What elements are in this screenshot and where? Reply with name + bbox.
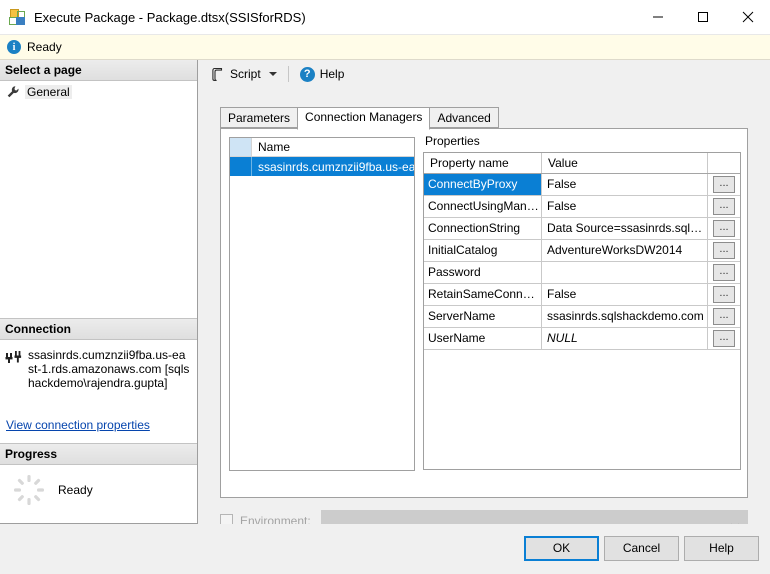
- ellipsis-button[interactable]: ...: [713, 176, 735, 193]
- help-question-icon: ?: [300, 67, 315, 82]
- toolbar: Script ? Help: [198, 60, 770, 88]
- column-header-actions: [708, 153, 740, 173]
- title-bar: Execute Package - Package.dtsx(SSISforRD…: [0, 0, 770, 35]
- select-a-page-header: Select a page: [0, 60, 197, 81]
- script-button[interactable]: Script: [206, 63, 281, 85]
- progress-text: Ready: [58, 483, 93, 497]
- window-title: Execute Package - Package.dtsx(SSISforRD…: [34, 10, 306, 25]
- tab-strip: Parameters Connection Managers Advanced: [220, 107, 498, 128]
- connection-managers-list[interactable]: Name ssasinrds.cumznzii9fba.us-east...: [229, 137, 415, 471]
- info-icon: i: [7, 40, 21, 54]
- help-button[interactable]: ? Help: [296, 63, 349, 85]
- list-item-name: ssasinrds.cumznzii9fba.us-east...: [252, 160, 414, 174]
- progress-info: Ready: [0, 465, 197, 507]
- chevron-down-icon[interactable]: [269, 72, 277, 76]
- ok-button[interactable]: OK: [524, 536, 599, 561]
- property-value[interactable]: ssasinrds.sqlshackdemo.com: [542, 306, 708, 327]
- properties-title: Properties: [423, 131, 741, 152]
- properties-header-row: Property name Value: [424, 153, 740, 174]
- spinner-icon: [12, 473, 46, 507]
- list-header-selector-cell: [230, 138, 252, 156]
- connection-detail-text: ssasinrds.cumznzii9fba.us-east-1.rds.ama…: [28, 348, 191, 390]
- view-connection-properties-link[interactable]: View connection properties: [0, 418, 150, 432]
- property-name: ConnectionString: [424, 218, 542, 239]
- property-name: ConnectByProxy: [424, 174, 542, 195]
- status-infobar: i Ready: [0, 35, 770, 60]
- ellipsis-button[interactable]: ...: [713, 264, 735, 281]
- ellipsis-button[interactable]: ...: [713, 330, 735, 347]
- list-header-row: Name: [230, 138, 414, 157]
- property-name: ServerName: [424, 306, 542, 327]
- list-item[interactable]: ssasinrds.cumznzii9fba.us-east...: [230, 157, 414, 176]
- tab-connection-managers[interactable]: Connection Managers: [297, 107, 430, 130]
- ellipsis-button[interactable]: ...: [713, 286, 735, 303]
- tab-advanced[interactable]: Advanced: [429, 107, 498, 128]
- sidebar-item-general-label: General: [25, 85, 72, 99]
- list-item-selector-cell: [230, 157, 252, 176]
- property-value[interactable]: NULL: [542, 328, 708, 349]
- table-row[interactable]: ConnectionString Data Source=ssasinrds.s…: [424, 218, 740, 240]
- ssis-package-icon: [8, 8, 26, 26]
- property-action-cell: ...: [708, 240, 740, 261]
- tab-panel-connection-managers: Name ssasinrds.cumznzii9fba.us-east... P…: [220, 128, 748, 498]
- progress-header: Progress: [0, 443, 197, 465]
- table-row[interactable]: ConnectByProxy False ...: [424, 174, 740, 196]
- script-button-label: Script: [230, 67, 261, 81]
- table-row[interactable]: RetainSameConnection False ...: [424, 284, 740, 306]
- table-row[interactable]: UserName NULL ...: [424, 328, 740, 350]
- help-button-label: Help: [320, 67, 345, 81]
- ellipsis-button[interactable]: ...: [713, 220, 735, 237]
- property-action-cell: ...: [708, 328, 740, 349]
- properties-grid: Property name Value ConnectByProxy False…: [423, 152, 741, 470]
- status-text: Ready: [27, 40, 62, 54]
- property-value[interactable]: [542, 262, 708, 283]
- property-value[interactable]: False: [542, 284, 708, 305]
- properties-section: Properties Property name Value ConnectBy…: [423, 131, 741, 471]
- table-row[interactable]: Password ...: [424, 262, 740, 284]
- list-header-name: Name: [252, 138, 414, 156]
- left-navigation-panel: Select a page General Connection: [0, 60, 198, 524]
- property-action-cell: ...: [708, 306, 740, 327]
- ellipsis-button[interactable]: ...: [713, 242, 735, 259]
- plug-icon: [5, 349, 23, 365]
- table-row[interactable]: ConnectUsingManag... False ...: [424, 196, 740, 218]
- connection-header: Connection: [0, 318, 197, 340]
- maximize-icon[interactable]: [680, 0, 725, 34]
- property-name: ConnectUsingManag...: [424, 196, 542, 217]
- right-content-panel: Script ? Help Parameters Connection Mana…: [198, 60, 770, 524]
- tab-parameters[interactable]: Parameters: [220, 107, 298, 128]
- column-header-property-name: Property name: [424, 153, 542, 173]
- ellipsis-button[interactable]: ...: [713, 308, 735, 325]
- dialog-footer: OK Cancel Help: [0, 524, 770, 574]
- column-header-value: Value: [542, 153, 708, 173]
- property-action-cell: ...: [708, 174, 740, 195]
- minimize-icon[interactable]: [635, 0, 680, 34]
- toolbar-separator: [288, 66, 289, 82]
- ellipsis-button[interactable]: ...: [713, 198, 735, 215]
- window-controls: [635, 0, 770, 34]
- property-value[interactable]: False: [542, 196, 708, 217]
- property-value[interactable]: AdventureWorksDW2014: [542, 240, 708, 261]
- property-name: UserName: [424, 328, 542, 349]
- cancel-button[interactable]: Cancel: [604, 536, 679, 561]
- table-row[interactable]: ServerName ssasinrds.sqlshackdemo.com ..…: [424, 306, 740, 328]
- property-value[interactable]: Data Source=ssasinrds.sqlshack...: [542, 218, 708, 239]
- property-action-cell: ...: [708, 196, 740, 217]
- property-name: Password: [424, 262, 542, 283]
- sidebar-item-general[interactable]: General: [0, 81, 197, 101]
- help-button-footer[interactable]: Help: [684, 536, 759, 561]
- dialog-content: Select a page General Connection: [0, 60, 770, 524]
- table-row[interactable]: InitialCatalog AdventureWorksDW2014 ...: [424, 240, 740, 262]
- property-name: InitialCatalog: [424, 240, 542, 261]
- chevron-down-icon: [730, 518, 738, 523]
- script-icon: [210, 67, 225, 82]
- property-name: RetainSameConnection: [424, 284, 542, 305]
- property-action-cell: ...: [708, 284, 740, 305]
- close-icon[interactable]: [725, 0, 770, 34]
- property-value[interactable]: False: [542, 174, 708, 195]
- property-action-cell: ...: [708, 218, 740, 239]
- property-action-cell: ...: [708, 262, 740, 283]
- connection-info: ssasinrds.cumznzii9fba.us-east-1.rds.ama…: [0, 340, 197, 390]
- wrench-icon: [6, 85, 20, 99]
